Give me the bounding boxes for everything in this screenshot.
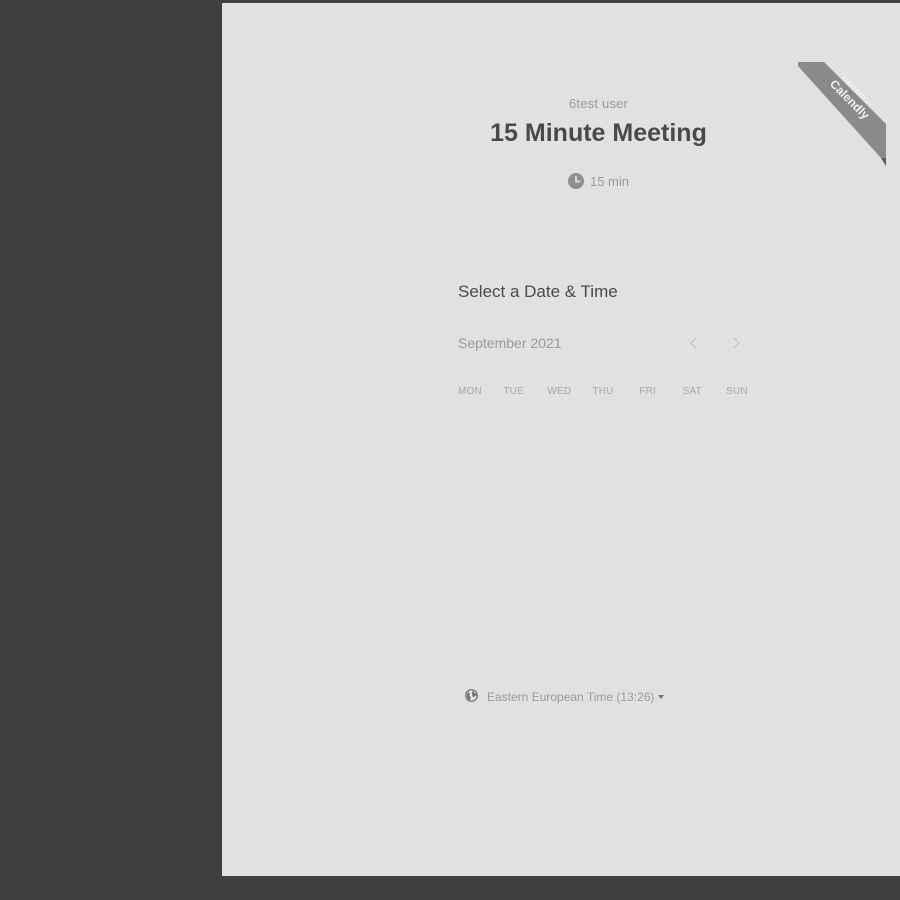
powered-by-calendly-badge[interactable]: POWERED BY Calendly [798,62,888,166]
weekday-mon: MON [458,386,482,397]
weekday-thu: THU [592,386,614,397]
weekday-wed: WED [547,386,572,397]
clock-icon [567,173,584,192]
weekday-sun: SUN [726,386,748,397]
badge-ribbon: POWERED BY Calendly [798,62,886,166]
timezone-label: Eastern European Time (13:26) [487,690,655,704]
globe-icon [465,689,478,705]
event-owner: 6test user [568,96,629,111]
next-month-button[interactable] [726,333,746,353]
chevron-right-icon [733,337,740,349]
calendar-month-label: September 2021 [458,335,562,351]
weekday-header: MON TUE WED THU FRI SAT SUN [458,386,748,397]
weekday-fri: FRI [639,386,656,397]
event-title: 15 Minute Meeting [490,119,707,147]
caret-down-icon [658,695,665,699]
timezone-selector[interactable]: Eastern European Time (13:26) [465,689,665,705]
event-duration: 15 min [222,173,900,192]
previous-month-button[interactable] [684,333,704,353]
chevron-left-icon [690,337,697,349]
weekday-tue: TUE [503,386,524,397]
weekday-sat: SAT [682,386,702,397]
booking-panel: POWERED BY Calendly 6test user 15 Minute… [222,3,900,876]
select-date-time-heading: Select a Date & Time [458,282,618,301]
duration-label: 15 min [589,174,630,189]
